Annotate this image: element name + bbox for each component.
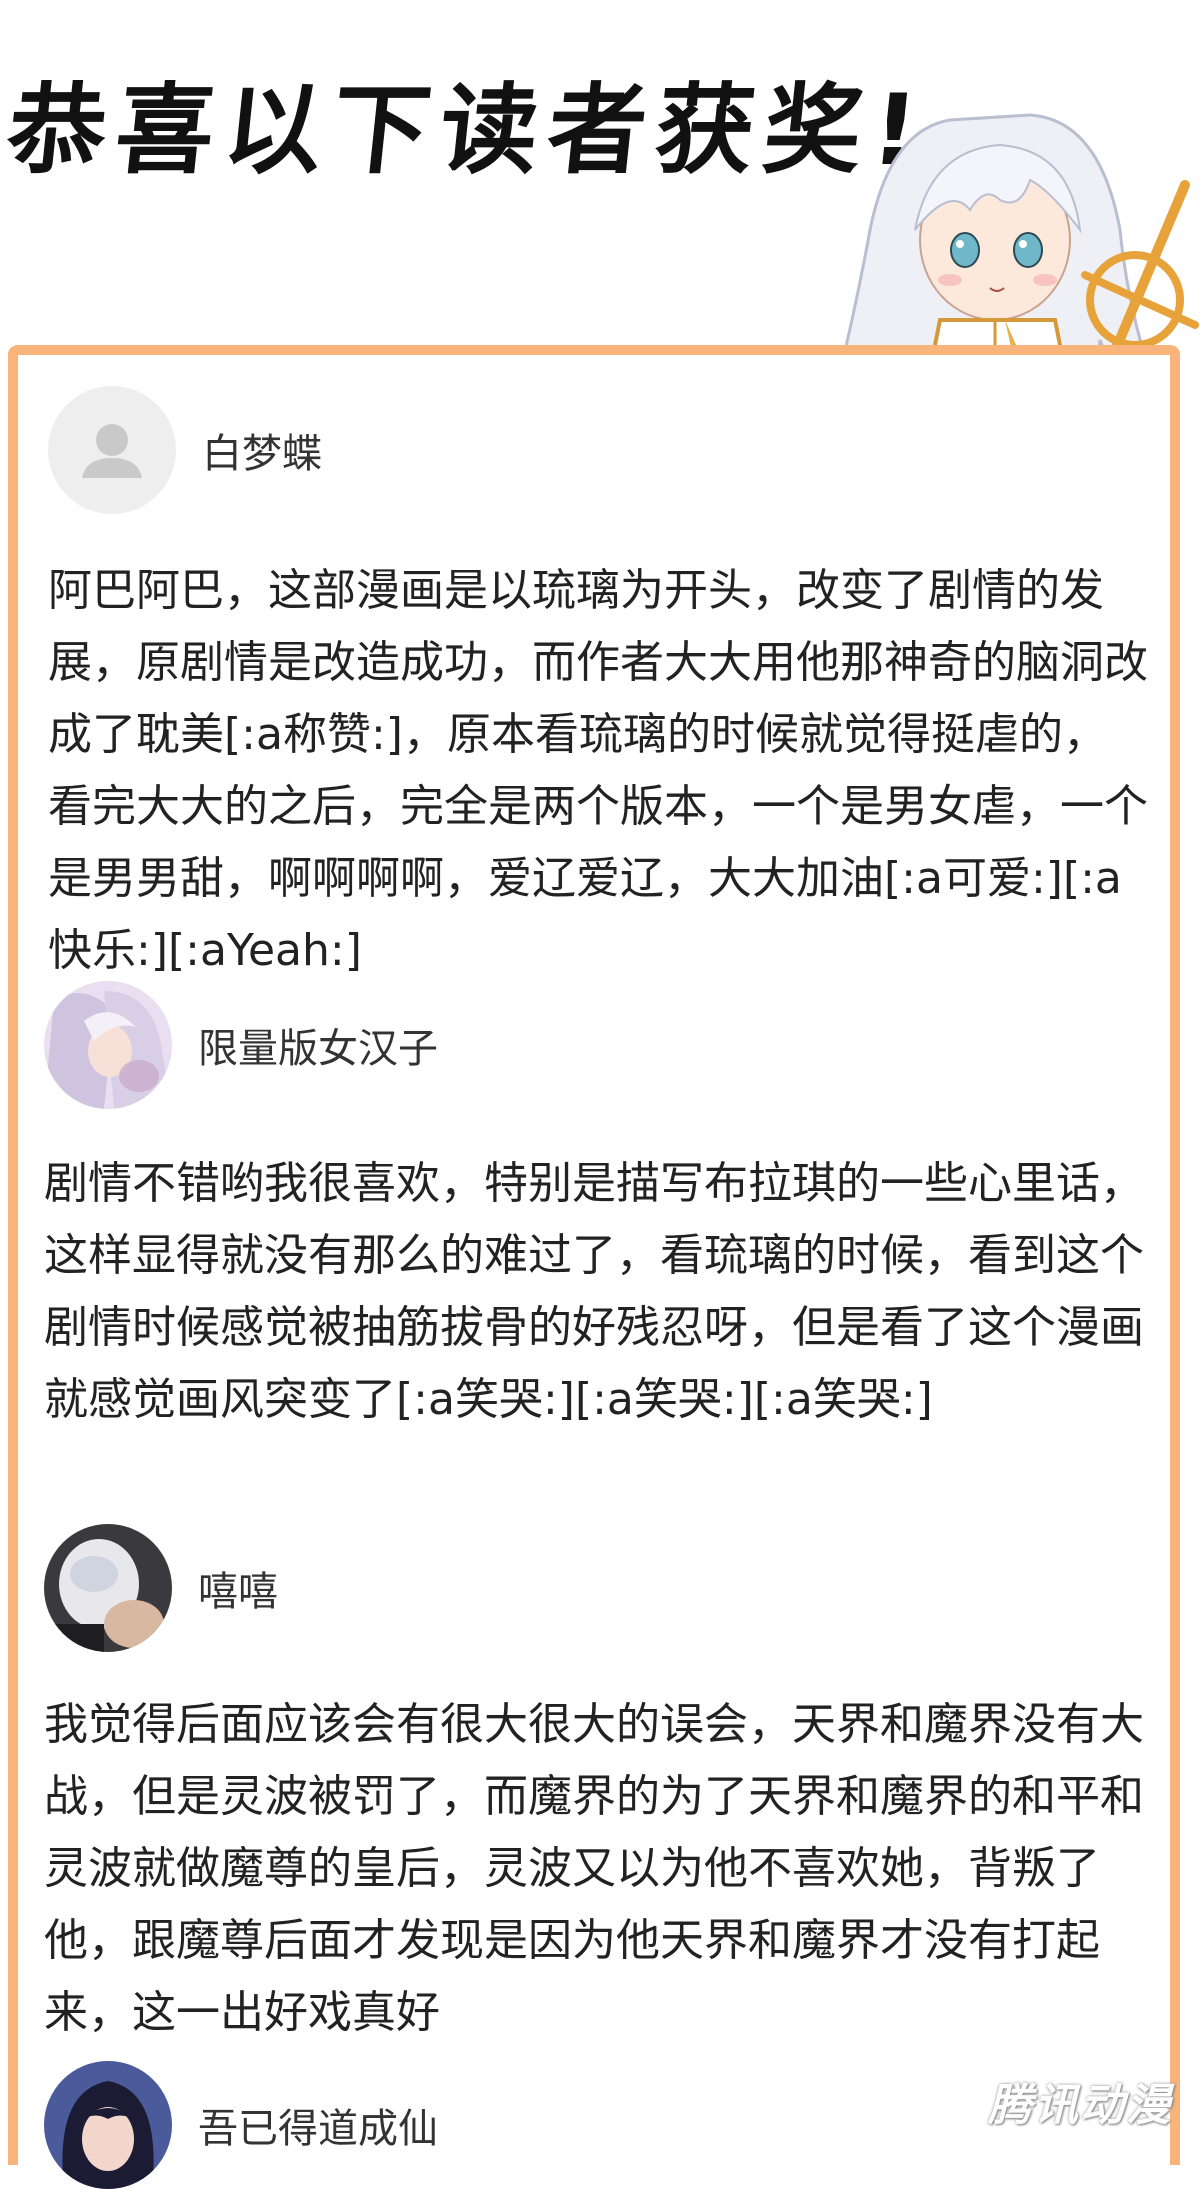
page-title: 恭喜以下读者获奖! bbox=[2, 74, 933, 188]
comment-item: 嘻嘻 我觉得后面应该会有很大很大的误会，天界和魔界没有大战，但是灵波被罚了，而魔… bbox=[44, 1523, 1144, 2049]
user-avatar[interactable] bbox=[44, 1524, 172, 1652]
user-avatar[interactable] bbox=[44, 2061, 172, 2189]
user-avatar[interactable] bbox=[44, 981, 172, 1109]
comment-text: 我觉得后面应该会有很大很大的误会，天界和魔界没有大战，但是灵波被罚了，而魔界的为… bbox=[44, 1699, 1144, 2038]
comment-item: 吾已得道成仙 bbox=[44, 2060, 1144, 2190]
comment-header: 限量版女汉子 bbox=[44, 980, 1144, 1110]
comment-text: 阿巴阿巴，这部漫画是以琉璃为开头，改变了剧情的发展，原剧情是改造成功，而作者大大… bbox=[48, 565, 1148, 976]
username[interactable]: 嘻嘻 bbox=[198, 1559, 278, 1617]
comments-card: 白梦蝶 阿巴阿巴，这部漫画是以琉璃为开头，改变了剧情的发展，原剧情是改造成功，而… bbox=[8, 345, 1180, 2189]
user-avatar[interactable] bbox=[48, 386, 176, 514]
anime-girl-avatar-image bbox=[44, 2061, 172, 2189]
username[interactable]: 白梦蝶 bbox=[202, 421, 322, 479]
comment-header: 嘻嘻 bbox=[44, 1523, 1144, 1653]
anime-avatar-image bbox=[44, 981, 172, 1109]
comment-item: 限量版女汉子 剧情不错哟我很喜欢，特别是描写布拉琪的一些心里话，这样显得就没有那… bbox=[44, 980, 1144, 1436]
username[interactable]: 限量版女汉子 bbox=[198, 1016, 438, 1074]
watermark-logo: 腾讯动漫 bbox=[988, 2080, 1172, 2131]
username[interactable]: 吾已得道成仙 bbox=[198, 2096, 438, 2154]
photo-avatar-image bbox=[44, 1524, 172, 1652]
default-user-icon bbox=[82, 424, 142, 478]
comment-text: 剧情不错哟我很喜欢，特别是描写布拉琪的一些心里话，这样显得就没有那么的难过了，看… bbox=[44, 1158, 1144, 1425]
comment-header: 吾已得道成仙 bbox=[44, 2060, 1144, 2190]
comment-header: 白梦蝶 bbox=[48, 385, 1148, 515]
comment-item: 白梦蝶 阿巴阿巴，这部漫画是以琉璃为开头，改变了剧情的发展，原剧情是改造成功，而… bbox=[48, 385, 1148, 987]
